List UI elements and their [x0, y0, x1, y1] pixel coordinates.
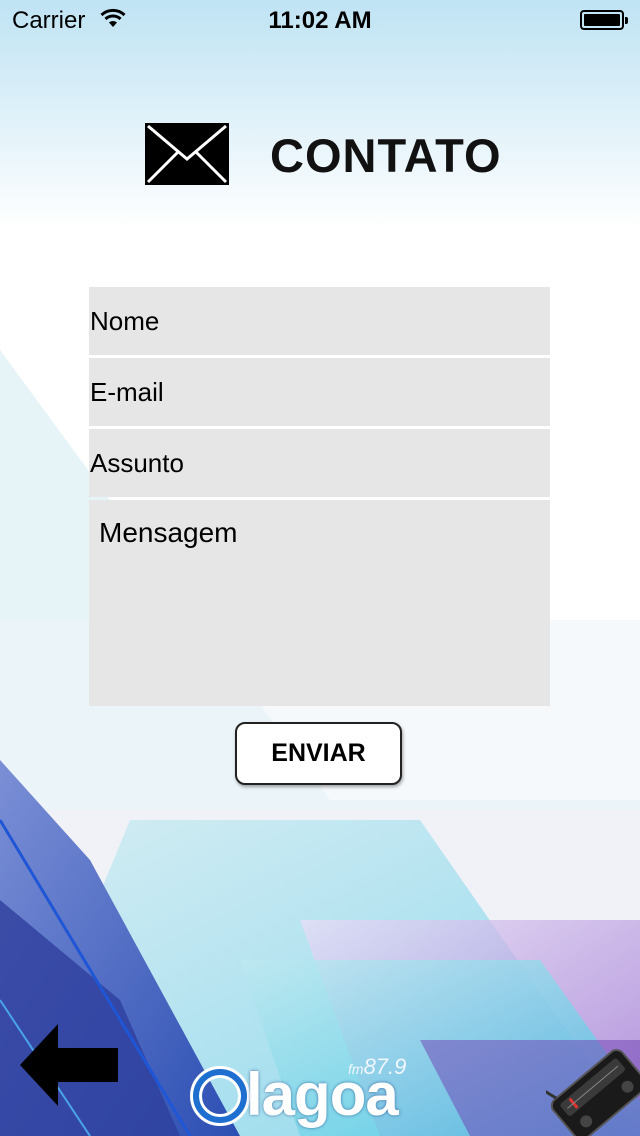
contact-form: [89, 287, 550, 706]
battery-icon: [580, 10, 628, 30]
page-header: CONTATO: [0, 118, 640, 190]
radio-icon[interactable]: [546, 1040, 640, 1136]
name-field[interactable]: [89, 287, 550, 355]
station-logo: lagoa fm87.9: [188, 1048, 454, 1128]
status-time: 11:02 AM: [268, 7, 372, 34]
envelope-icon: [145, 123, 229, 185]
back-arrow-icon[interactable]: [20, 1024, 118, 1106]
logo-frequency-value: 87.9: [363, 1054, 407, 1079]
logo-frequency: fm87.9: [348, 1054, 406, 1080]
message-field[interactable]: [89, 500, 550, 706]
send-button[interactable]: ENVIAR: [235, 722, 402, 785]
page-title: CONTATO: [270, 129, 502, 182]
logo-mark: [190, 1066, 250, 1126]
subject-field[interactable]: [89, 429, 550, 497]
logo-fm-prefix: fm: [348, 1061, 364, 1077]
email-field[interactable]: [89, 358, 550, 426]
status-bar: Carrier 11:02 AM: [0, 0, 640, 40]
